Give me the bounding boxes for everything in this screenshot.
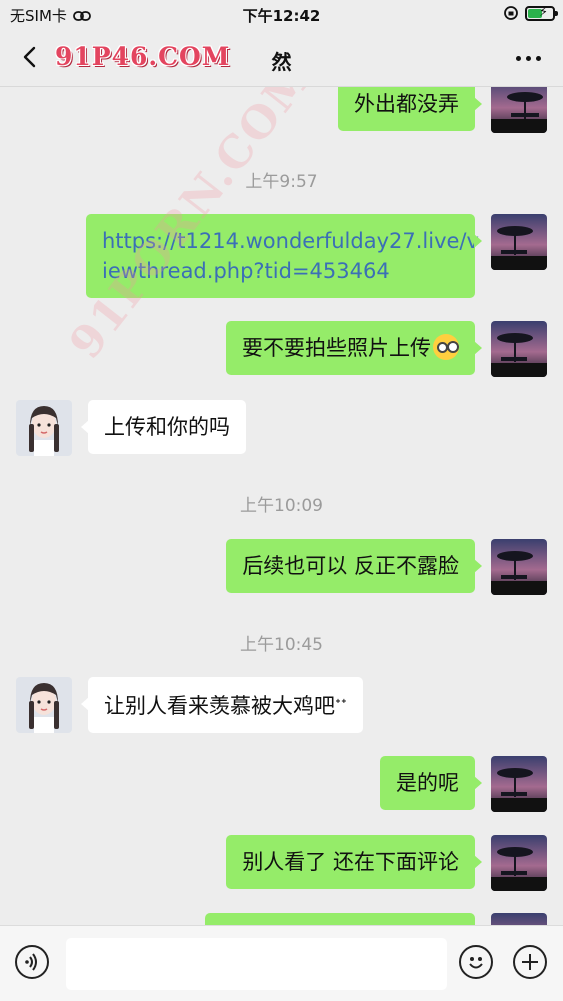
face-with-monocle-emoji — [433, 334, 459, 360]
link-text-line-1[interactable]: https://t1214.wonderfulday27.live/v — [102, 229, 479, 253]
message-text: 要不要拍些照片上传 — [242, 336, 431, 360]
my-avatar[interactable] — [491, 321, 547, 377]
plus-icon[interactable] — [513, 945, 547, 979]
message-outgoing: 别人看了 还在下面评论 — [226, 835, 547, 891]
status-right: ⚡ — [503, 5, 558, 21]
message-bubble[interactable]: 后续也可以 反正不露脸 — [226, 539, 482, 593]
input-bar — [0, 925, 563, 1001]
timestamp: 上午10:45 — [240, 635, 323, 655]
chat-title: 然 — [271, 50, 292, 74]
orientation-lock-icon — [504, 6, 518, 20]
message-text: 让别人看来羡慕被大鸡吧 — [104, 694, 335, 718]
my-avatar[interactable] — [491, 539, 547, 595]
my-avatar[interactable] — [491, 835, 547, 891]
contact-avatar[interactable] — [16, 677, 72, 733]
smile-icon[interactable] — [459, 945, 493, 979]
timestamp: 上午10:09 — [240, 496, 323, 516]
message-outgoing: 外出都没弄 — [338, 87, 547, 133]
my-avatar[interactable] — [491, 87, 547, 133]
message-text: 别人看了 还在下面评论 — [242, 850, 459, 874]
message-bubble-link[interactable]: https://t1214.wonderfulday27.live/v iewt… — [86, 214, 482, 298]
my-avatar[interactable] — [491, 214, 547, 270]
message-bubble[interactable] — [205, 913, 475, 925]
message-incoming: 让别人看来羡慕被大鸡吧ᐩᐩ — [16, 677, 363, 733]
more-dots-icon[interactable] — [516, 56, 541, 61]
message-list[interactable]: 外出都没弄 上午9:57 https://t1214.wonderfulday2… — [0, 87, 563, 925]
message-input[interactable] — [66, 938, 447, 990]
my-avatar[interactable] — [491, 913, 547, 925]
message-outgoing: 要不要拍些照片上传 — [226, 321, 547, 377]
timestamp: 上午9:57 — [245, 172, 318, 192]
link-text-line-2[interactable]: iewthread.php?tid=453464 — [102, 259, 390, 283]
message-bubble[interactable]: 是的呢 — [380, 756, 482, 810]
message-outgoing: 是的呢 — [380, 756, 547, 812]
message-text: 是的呢 — [396, 771, 459, 795]
message-text: 上传和你的吗 — [104, 415, 230, 439]
message-outgoing: https://t1214.wonderfulday27.live/v iewt… — [86, 214, 547, 298]
emoji-sticker: ᐩᐩ — [335, 695, 347, 713]
message-incoming: 上传和你的吗 — [16, 400, 246, 456]
message-text: 后续也可以 反正不露脸 — [242, 554, 459, 578]
contact-avatar[interactable] — [16, 400, 72, 456]
voice-icon[interactable] — [15, 945, 49, 979]
message-outgoing: 后续也可以 反正不露脸 — [226, 539, 547, 595]
message-bubble[interactable]: 要不要拍些照片上传 — [226, 321, 482, 375]
my-avatar[interactable] — [491, 756, 547, 812]
message-bubble[interactable]: 上传和你的吗 — [81, 400, 246, 454]
battery-icon: ⚡ — [525, 5, 558, 21]
message-bubble[interactable]: 让别人看来羡慕被大鸡吧ᐩᐩ — [81, 677, 363, 733]
message-bubble[interactable]: 外出都没弄 — [338, 87, 482, 131]
message-outgoing-partial — [205, 913, 547, 925]
status-bar: 无SIM卡 下午12:42 ⚡ — [0, 0, 563, 30]
status-time: 下午12:42 — [242, 7, 321, 25]
chat-header: 91P46.COM 然 — [0, 30, 563, 87]
message-bubble[interactable]: 别人看了 还在下面评论 — [226, 835, 482, 889]
message-text: 外出都没弄 — [354, 92, 459, 116]
